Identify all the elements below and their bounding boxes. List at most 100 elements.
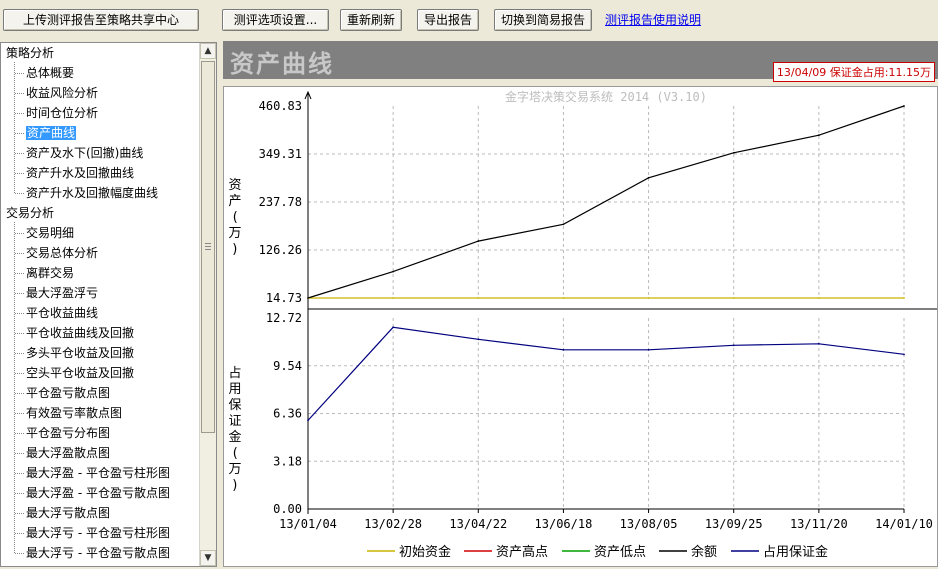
tree-item[interactable]: 资产升水及回撤曲线 [26, 164, 134, 182]
tree-item-label: 最大浮盈 - 平仓盈亏散点图 [26, 486, 170, 500]
scroll-down-icon[interactable]: ▼ [200, 550, 216, 566]
refresh-button[interactable]: 重新刷新 [340, 9, 402, 31]
upload-report-button[interactable]: 上传测评报告至策略共享中心 [3, 9, 199, 31]
data-point [903, 105, 905, 107]
scroll-up-icon[interactable]: ▲ [200, 43, 216, 59]
tree-item-label: 有效盈亏率散点图 [26, 406, 123, 420]
tree-connector [15, 273, 24, 274]
tree-connector [15, 153, 24, 154]
data-point [477, 338, 480, 341]
data-point [817, 297, 820, 299]
tree-connector [15, 173, 24, 174]
tree-item[interactable]: 离群交易 [26, 264, 74, 282]
tree-item[interactable]: 有效盈亏率散点图 [26, 404, 122, 422]
tree-connector [15, 293, 24, 294]
tree-group[interactable]: 交易分析 [6, 204, 54, 222]
tree-item-label: 离群交易 [26, 266, 75, 280]
x-tick-label: 13/09/25 [705, 517, 763, 531]
tree-item-label: 资产升水及回撤幅度曲线 [26, 186, 159, 200]
data-point [392, 326, 395, 329]
y-tick-label: 14.73 [266, 291, 302, 305]
tree-item-label: 收益风险分析 [26, 86, 99, 100]
data-point [562, 348, 565, 351]
tree-connector [15, 553, 24, 554]
data-point [732, 151, 735, 154]
data-point [903, 353, 905, 356]
tree-item-label: 最大浮亏 - 平仓盈亏散点图 [26, 546, 170, 560]
tree-connector [15, 93, 24, 94]
data-point [817, 342, 820, 345]
report-tree: ▲ ▼ 策略分析总体概要收益风险分析 时间仓位分析资产曲线资产及水下(回撤)曲线资… [0, 42, 217, 567]
tree-item[interactable]: 最大浮盈 - 平仓盈亏柱形图 [26, 464, 170, 482]
tree-item-label: 平仓收益曲线 [26, 306, 99, 320]
x-tick-label: 13/08/05 [620, 517, 678, 531]
y-tick-label: 3.18 [273, 454, 302, 468]
data-point [562, 223, 565, 226]
data-point [562, 297, 565, 299]
y-tick-label: 126.26 [259, 243, 302, 257]
tree-scrollbar[interactable]: ▲ ▼ [199, 43, 216, 566]
x-tick-label: 13/04/22 [449, 517, 507, 531]
tree-item[interactable]: 最大浮亏 - 平仓盈亏柱形图 [26, 524, 170, 542]
tree-item-label: 交易总体分析 [26, 246, 99, 260]
data-point [647, 176, 650, 179]
tree-item-label: 平仓盈亏散点图 [26, 386, 111, 400]
tree-item[interactable]: 最大浮盈 - 平仓盈亏散点图 [26, 484, 170, 502]
data-point [307, 419, 309, 422]
tree-item-label: 资产及水下(回撤)曲线 [26, 146, 144, 160]
tree-connector [15, 353, 24, 354]
tree-item[interactable]: 总体概要 [26, 64, 74, 82]
tree-item-label: 时间仓位分析 [26, 106, 99, 120]
data-point [817, 134, 820, 137]
switch-simple-button[interactable]: 切换到简易报告 [494, 9, 592, 31]
scroll-thumb[interactable] [201, 61, 215, 433]
tree-connector [15, 333, 24, 334]
tree-connector [14, 62, 15, 193]
legend-label: 资产低点 [594, 545, 646, 560]
tree-item[interactable]: 时间仓位分析 [26, 104, 98, 122]
tree-item[interactable]: 平仓盈亏分布图 [26, 424, 110, 442]
asset-chart[interactable]: 金字塔决策交易系统 2014 (V3.10) 460.83 349.31 237.78… [223, 86, 938, 567]
y-axis-label: 资产(万) [228, 178, 241, 257]
tree-item-label: 最大浮盈 - 平仓盈亏柱形图 [26, 466, 170, 480]
data-point [307, 297, 309, 299]
tree-item[interactable]: 资产及水下(回撤)曲线 [26, 144, 143, 162]
tree-item[interactable]: 最大浮亏散点图 [26, 504, 110, 522]
tree-item[interactable]: 资产升水及回撤幅度曲线 [26, 184, 158, 202]
x-tick-label: 13/02/28 [364, 517, 422, 531]
x-tick-label: 13/11/20 [790, 517, 848, 531]
tree-group[interactable]: 策略分析 [6, 44, 54, 62]
settings-button[interactable]: 测评选项设置... [222, 9, 329, 31]
data-point [392, 297, 395, 299]
data-point [647, 348, 650, 351]
data-point [392, 270, 395, 273]
tree-item[interactable]: 平仓收益曲线 [26, 304, 98, 322]
tree-connector [15, 193, 24, 194]
tree-item[interactable]: 交易总体分析 [26, 244, 98, 262]
series-line [307, 326, 905, 421]
tree-connector [15, 473, 24, 474]
tree-item[interactable]: 最大浮亏 - 平仓盈亏散点图 [26, 544, 170, 562]
tree-connector [15, 513, 24, 514]
export-button[interactable]: 导出报告 [417, 9, 479, 31]
chart-watermark: 金字塔决策交易系统 2014 (V3.10) [505, 89, 707, 104]
legend-label: 初始资金 [399, 544, 451, 560]
tree-item-label: 平仓收益曲线及回撤 [26, 326, 135, 340]
tree-item[interactable]: 平仓收益曲线及回撤 [26, 324, 134, 342]
tree-item[interactable]: 多头平仓收益及回撤 [26, 344, 134, 362]
tree-item[interactable]: 收益风险分析 [26, 84, 98, 102]
y-tick-label: 349.31 [259, 147, 302, 161]
tree-item[interactable]: 空头平仓收益及回撤 [26, 364, 134, 382]
help-link[interactable]: 测评报告使用说明 [605, 11, 701, 28]
tree-item[interactable]: 最大浮盈散点图 [26, 444, 110, 462]
tree-item[interactable]: 平仓盈亏散点图 [26, 384, 110, 402]
legend-label: 资产高点 [496, 544, 548, 560]
tree-connector [15, 253, 24, 254]
tree-item[interactable]: 最大浮盈浮亏 [26, 284, 98, 302]
tree-connector [15, 113, 24, 114]
data-point [647, 297, 650, 299]
tree-item[interactable]: 资产曲线 [26, 124, 77, 142]
toolbar: 上传测评报告至策略共享中心 测评选项设置... 重新刷新 导出报告 切换到简易报… [0, 0, 938, 40]
tree-connector [15, 433, 24, 434]
tree-item[interactable]: 交易明细 [26, 224, 74, 242]
